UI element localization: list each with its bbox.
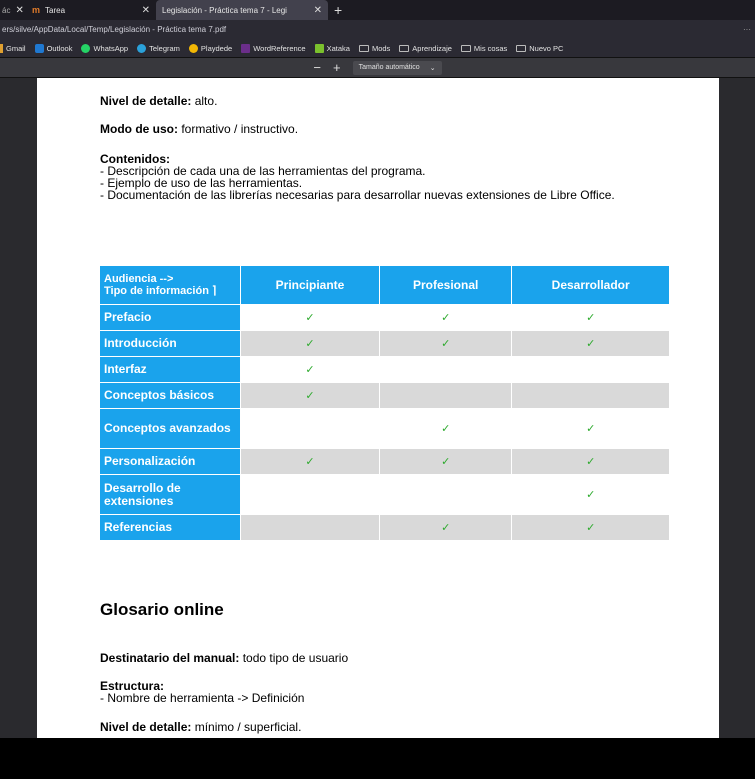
contenidos-item: - Documentación de las librerías necesar… bbox=[100, 188, 615, 202]
bookmark-wordreference[interactable]: WordReference bbox=[241, 43, 306, 53]
whatsapp-icon bbox=[81, 43, 91, 53]
check-cell bbox=[511, 382, 670, 409]
site-logo-icon: m bbox=[32, 5, 41, 15]
check-cell: ✓ bbox=[240, 382, 380, 409]
pdf-toolbar: − + Tamaño automático ⌄ bbox=[0, 58, 755, 78]
check-cell: ✓ bbox=[511, 514, 670, 541]
check-cell: ✓ bbox=[240, 330, 380, 357]
tab-label: Legislación - Práctica tema 7 - Legi bbox=[162, 5, 287, 15]
bookmark-folder-aprendizaje[interactable]: Aprendizaje bbox=[399, 44, 452, 53]
tab-label: Tarea bbox=[45, 5, 66, 15]
table-row: Prefacio ✓ ✓ ✓ bbox=[99, 304, 670, 331]
pdf-page: Nivel de detalle: alto. Modo de uso: for… bbox=[37, 78, 719, 738]
check-cell bbox=[378, 356, 513, 383]
bookmark-whatsapp[interactable]: WhatsApp bbox=[81, 43, 128, 53]
table-row: Desarrollo de extensiones ✓ bbox=[99, 474, 670, 515]
destinatario-line: Destinatario del manual: todo tipo de us… bbox=[100, 651, 349, 665]
folder-icon bbox=[516, 44, 527, 52]
tab-bar: ác ✕ m Tarea ✕ Legislación - Práctica te… bbox=[0, 0, 755, 20]
table-row: Conceptos básicos ✓ bbox=[99, 382, 670, 409]
row-label: Prefacio bbox=[99, 304, 241, 331]
zoom-in-button[interactable]: + bbox=[333, 60, 341, 75]
more-icon[interactable]: ··· bbox=[743, 25, 755, 34]
zoom-out-button[interactable]: − bbox=[313, 60, 321, 75]
playdede-icon bbox=[188, 43, 198, 53]
address-bar[interactable]: ers/silve/AppData/Local/Temp/Legislación… bbox=[0, 20, 755, 39]
check-cell bbox=[378, 474, 513, 515]
column-header: Principiante bbox=[240, 265, 380, 305]
telegram-icon bbox=[137, 43, 147, 53]
table-row: Introducción ✓ ✓ ✓ bbox=[99, 330, 670, 357]
row-label: Introducción bbox=[99, 330, 241, 357]
bookmarks-bar: Gmail Outlook WhatsApp Telegram Playdede… bbox=[0, 39, 755, 58]
zoom-select[interactable]: Tamaño automático ⌄ bbox=[352, 60, 442, 75]
check-cell bbox=[240, 408, 380, 449]
row-label: Interfaz bbox=[99, 356, 241, 383]
close-icon[interactable]: ✕ bbox=[15, 5, 23, 16]
bookmark-folder-mis-cosas[interactable]: Mis cosas bbox=[460, 44, 507, 53]
check-cell bbox=[511, 356, 670, 383]
row-label: Referencias bbox=[99, 514, 241, 541]
folder-icon bbox=[460, 44, 471, 52]
bookmark-xataka[interactable]: Xataka bbox=[314, 43, 350, 53]
check-cell: ✓ bbox=[378, 408, 513, 449]
row-label: Conceptos avanzados bbox=[99, 408, 241, 449]
close-icon[interactable]: ✕ bbox=[314, 5, 322, 16]
check-cell: ✓ bbox=[240, 448, 380, 475]
row-label: Personalización bbox=[99, 448, 241, 475]
column-header: Desarrollador bbox=[511, 265, 670, 305]
table-corner-header: Audiencia --> Tipo de información ⌉ bbox=[99, 265, 241, 305]
check-cell: ✓ bbox=[240, 304, 380, 331]
check-cell: ✓ bbox=[511, 330, 670, 357]
nivel-detalle-line: Nivel de detalle: mínimo / superficial. bbox=[100, 720, 302, 734]
check-cell bbox=[378, 382, 513, 409]
check-cell: ✓ bbox=[378, 514, 513, 541]
taskbar-area bbox=[0, 738, 755, 779]
check-cell: ✓ bbox=[511, 474, 670, 515]
wordreference-icon bbox=[241, 43, 251, 53]
tab-legislacion[interactable]: Legislación - Práctica tema 7 - Legi ✕ bbox=[156, 0, 328, 20]
check-cell: ✓ bbox=[378, 304, 513, 331]
bookmark-gmail[interactable]: Gmail bbox=[0, 43, 26, 53]
table-row: Personalización ✓ ✓ ✓ bbox=[99, 448, 670, 475]
row-label: Desarrollo de extensiones bbox=[99, 474, 241, 515]
table-row: Conceptos avanzados ✓ ✓ bbox=[99, 408, 670, 449]
section-heading: Glosario online bbox=[100, 600, 224, 619]
bookmark-folder-nuevo-pc[interactable]: Nuevo PC bbox=[516, 44, 563, 53]
bookmark-folder-mods[interactable]: Mods bbox=[358, 44, 390, 53]
nivel-detalle-line: Nivel de detalle: alto. bbox=[100, 94, 218, 108]
estructura-item: - Nombre de herramienta -> Definición bbox=[100, 691, 305, 705]
zoom-value: Tamaño automático bbox=[358, 64, 420, 71]
check-cell bbox=[240, 514, 380, 541]
outlook-icon bbox=[34, 43, 44, 53]
pdf-viewer[interactable]: Nivel de detalle: alto. Modo de uso: for… bbox=[0, 78, 755, 738]
audience-table: Audiencia --> Tipo de información ⌉ Prin… bbox=[99, 265, 670, 541]
new-tab-button[interactable]: + bbox=[328, 2, 348, 18]
check-cell: ✓ bbox=[378, 448, 513, 475]
tab-label: ác bbox=[2, 5, 11, 15]
table-row: Referencias ✓ ✓ bbox=[99, 514, 670, 541]
modo-uso-line: Modo de uso: formativo / instructivo. bbox=[100, 122, 299, 136]
bookmark-playdede[interactable]: Playdede bbox=[188, 43, 232, 53]
bookmark-telegram[interactable]: Telegram bbox=[137, 43, 180, 53]
chevron-down-icon: ⌄ bbox=[429, 64, 436, 72]
row-label: Conceptos básicos bbox=[99, 382, 241, 409]
folder-icon bbox=[358, 44, 369, 52]
url-text[interactable]: ers/silve/AppData/Local/Temp/Legislación… bbox=[2, 25, 226, 34]
tab-tarea[interactable]: m Tarea ✕ bbox=[26, 0, 156, 20]
check-cell: ✓ bbox=[511, 448, 670, 475]
gmail-icon bbox=[0, 43, 3, 53]
check-cell: ✓ bbox=[378, 330, 513, 357]
check-cell: ✓ bbox=[511, 304, 670, 331]
bookmark-outlook[interactable]: Outlook bbox=[34, 43, 72, 53]
check-cell bbox=[240, 474, 380, 515]
check-cell: ✓ bbox=[240, 356, 380, 383]
column-header: Profesional bbox=[378, 265, 513, 305]
tab-previous[interactable]: ác ✕ bbox=[0, 0, 26, 20]
xataka-icon bbox=[314, 43, 324, 53]
close-icon[interactable]: ✕ bbox=[142, 5, 150, 16]
check-cell: ✓ bbox=[511, 408, 670, 449]
table-row: Interfaz ✓ bbox=[99, 356, 670, 383]
folder-icon bbox=[399, 44, 410, 52]
